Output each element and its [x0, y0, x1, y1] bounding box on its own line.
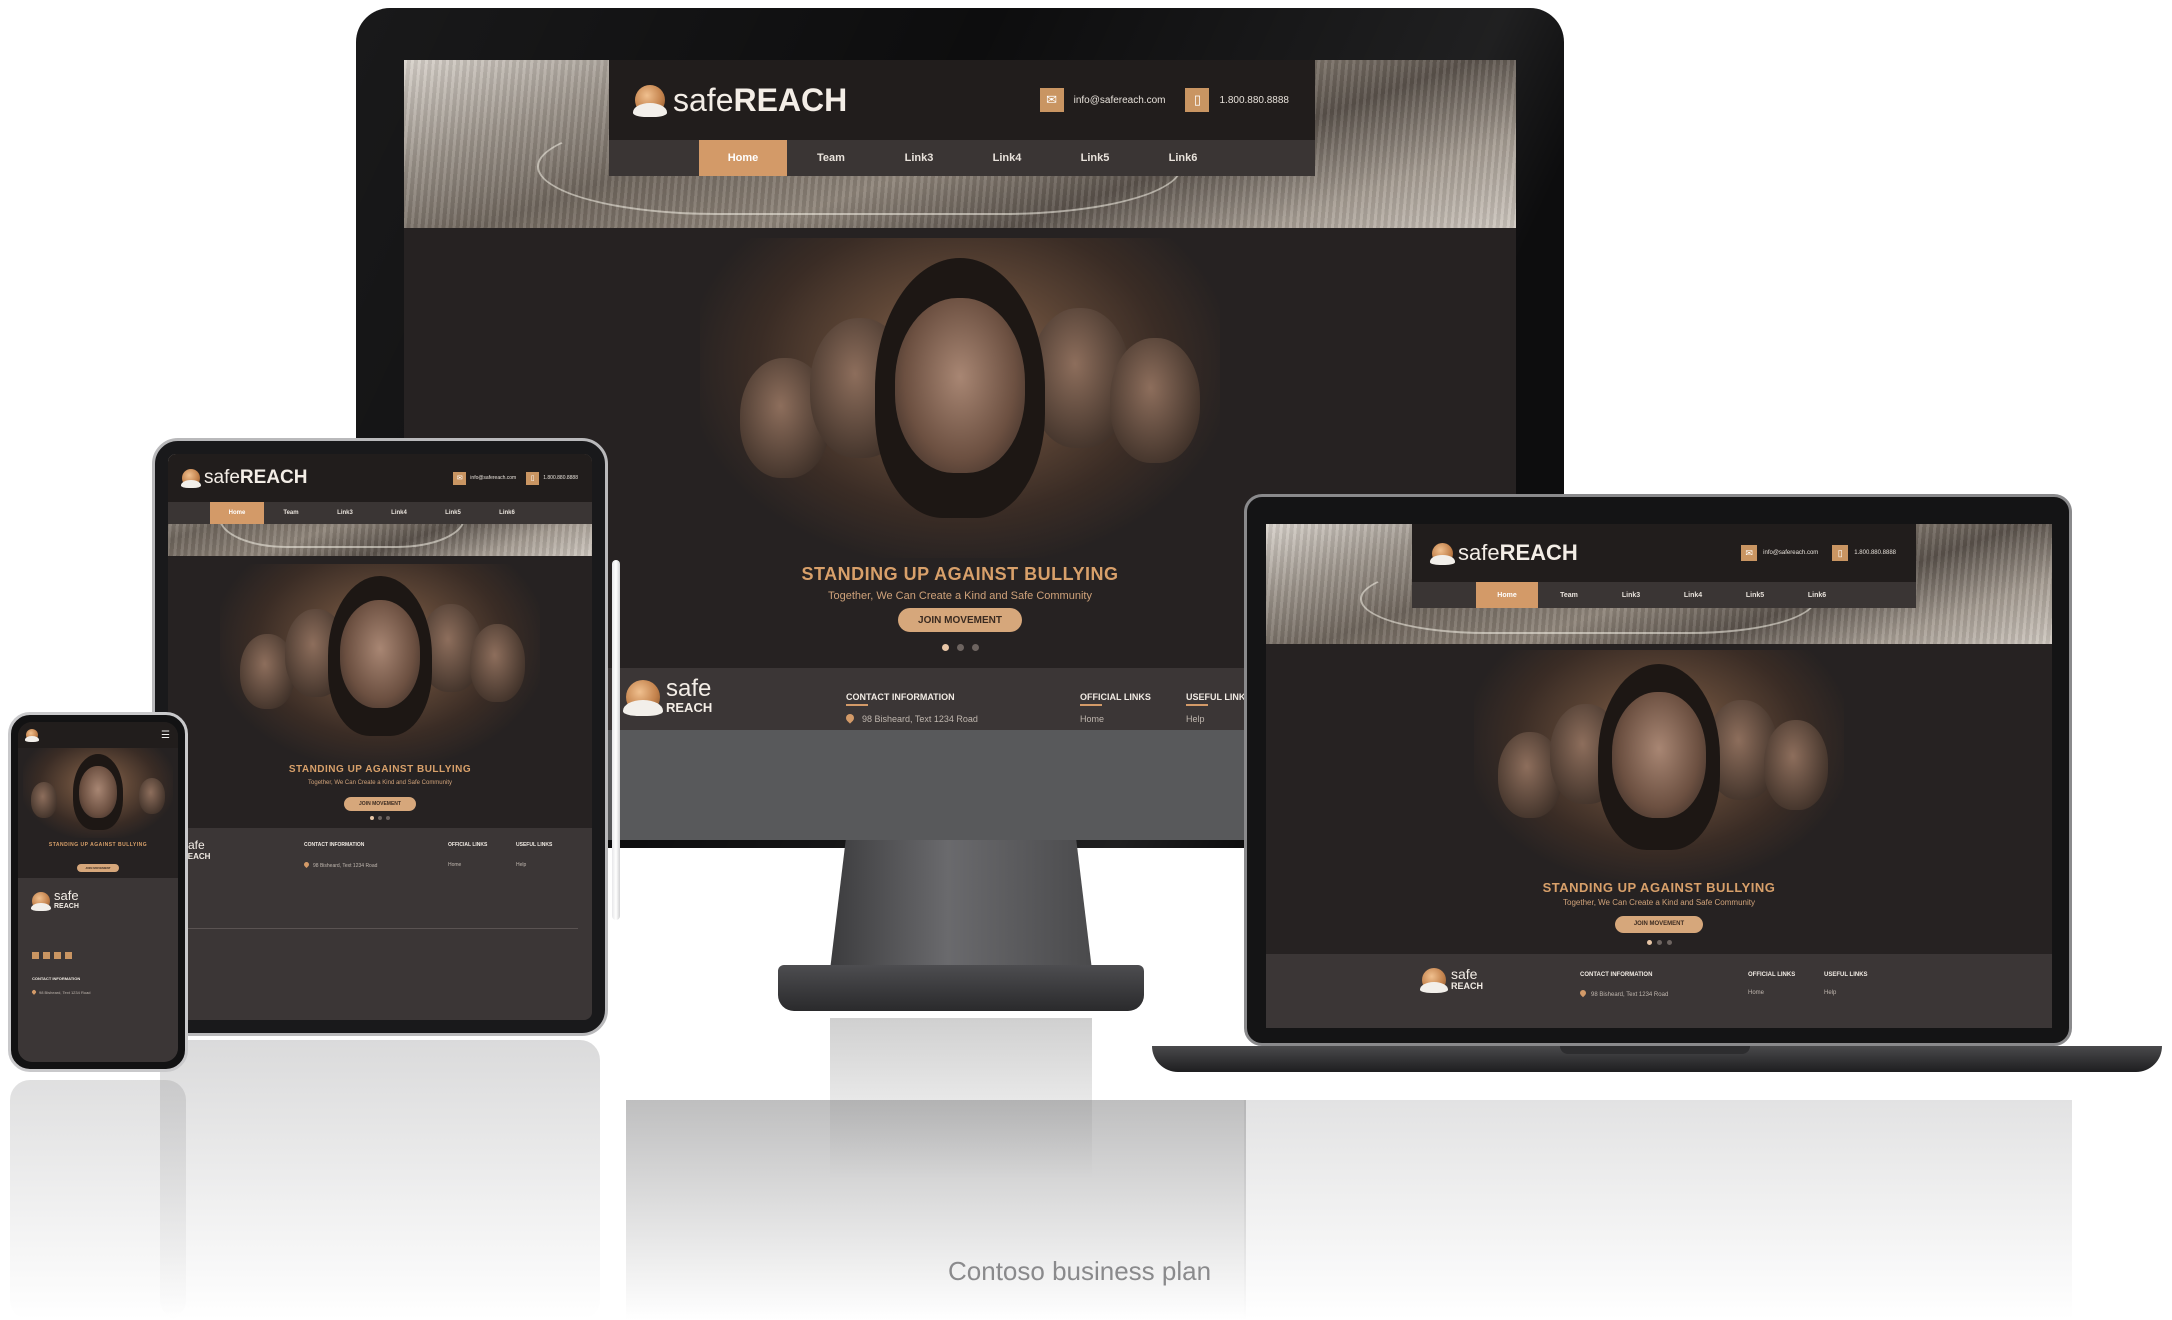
laptop-nav-link4[interactable]: Link4 — [1662, 582, 1724, 608]
laptop-hero-subtitle: Together, We Can Create a Kind and Safe … — [1563, 898, 1755, 907]
useful-links-heading: USEFUL LINKS — [1186, 692, 1252, 702]
official-link-home[interactable]: Home — [1080, 714, 1104, 724]
contact-address: 98 Bisheard, Text 1234 Road — [862, 714, 978, 724]
basketball-icon — [623, 680, 663, 716]
envelope-icon: ✉ — [1039, 88, 1064, 112]
nav-link6[interactable]: Link6 — [1139, 140, 1227, 176]
useful-link-help[interactable]: Help — [1186, 714, 1205, 724]
monitor-stand — [830, 840, 1092, 970]
laptop-nav-team[interactable]: Team — [1538, 582, 1600, 608]
phone-screen: ☰ STANDING UP AGAINST BULLYING JOIN MOVE… — [18, 722, 178, 1062]
main-nav: Home Team Link3 Link4 Link5 Link6 — [609, 140, 1315, 176]
site-header: safe REACH ✉ info@safereach.com ▯ 1.800.8… — [609, 60, 1315, 140]
laptop-nav-link6[interactable]: Link6 — [1786, 582, 1848, 608]
laptop-screen: safe REACH ✉ info@safereach.com ▯ 1.800.880.… — [1266, 524, 2052, 1028]
phone-join-button[interactable]: JOIN MOVEMENT — [77, 864, 119, 872]
laptop-nav-link3[interactable]: Link3 — [1600, 582, 1662, 608]
official-links-heading: OFFICIAL LINKS — [1080, 692, 1151, 702]
nav-link3[interactable]: Link3 — [875, 140, 963, 176]
laptop-join-button[interactable]: JOIN MOVEMENT — [1615, 915, 1703, 933]
hero-image — [700, 238, 1220, 558]
map-pin-icon — [844, 712, 856, 724]
tablet-screen: safe REACH ✉ info@safereach.com ▯ 1.800.880.… — [168, 454, 592, 1020]
laptop-footer: safe REACH CONTACT INFORMATION 98 Bishear… — [1266, 954, 2052, 1028]
footer-logo-top: safe — [666, 675, 712, 702]
laptop-nav-link5[interactable]: Link5 — [1724, 582, 1786, 608]
stylus-pen — [612, 560, 620, 920]
laptop-logo[interactable]: safe REACH — [1430, 540, 1578, 566]
footer-logo-bottom: REACH — [666, 700, 713, 715]
basketball-icon — [632, 85, 668, 117]
phone-hero-title: STANDING UP AGAINST BULLYING — [48, 842, 148, 848]
monitor-stand-base — [778, 965, 1144, 1011]
footer-logo: safe REACH — [623, 675, 713, 716]
stand-reflection — [830, 1018, 1092, 1178]
laptop-notch — [1560, 1046, 1750, 1054]
tablet-nav-team[interactable]: Team — [264, 502, 318, 524]
contact-heading: CONTACT INFORMATION — [846, 692, 955, 702]
nav-link4[interactable]: Link4 — [963, 140, 1051, 176]
phone-footer: safe REACH CONTACT INFORMATION 98 Bishear… — [18, 878, 178, 1062]
tablet-hero-subtitle: Together, We Can Create a Kind and Safe … — [308, 780, 452, 786]
header-phone[interactable]: 1.800.880.8888 — [1219, 95, 1289, 106]
nav-home[interactable]: Home — [699, 140, 787, 176]
site-logo[interactable]: safe REACH — [632, 81, 848, 119]
tablet-hero-title: STANDING UP AGAINST BULLYING — [288, 764, 472, 775]
tablet-logo[interactable]: safe REACH — [180, 467, 307, 489]
logo-text-bold: REACH — [733, 81, 848, 118]
laptop-reflection — [1244, 1100, 2072, 1320]
tablet-join-button[interactable]: JOIN MOVEMENT — [344, 797, 416, 811]
tablet-reflection — [160, 1040, 600, 1320]
image-caption: Contoso business plan — [948, 1256, 1212, 1286]
tablet-nav-link6[interactable]: Link6 — [480, 502, 534, 524]
laptop-nav-home[interactable]: Home — [1476, 582, 1538, 608]
hamburger-menu-icon[interactable]: ☰ — [161, 730, 170, 741]
nav-team[interactable]: Team — [787, 140, 875, 176]
tablet-footer: safe REACH CONTACT INFORMATION 98 Bishear… — [168, 828, 592, 1020]
nav-link5[interactable]: Link5 — [1051, 140, 1139, 176]
header-email[interactable]: info@safereach.com — [1074, 95, 1166, 106]
phone-icon: ▯ — [1185, 88, 1210, 112]
join-movement-button[interactable]: JOIN MOVEMENT — [898, 608, 1022, 632]
tablet-nav-link4[interactable]: Link4 — [372, 502, 426, 524]
tablet-nav-home[interactable]: Home — [210, 502, 264, 524]
phone-reflection — [10, 1080, 186, 1320]
laptop-hero-title: STANDING UP AGAINST BULLYING — [1542, 880, 1776, 895]
tablet-nav-link5[interactable]: Link5 — [426, 502, 480, 524]
logo-text-light: safe — [673, 81, 734, 118]
tablet-nav-link3[interactable]: Link3 — [318, 502, 372, 524]
